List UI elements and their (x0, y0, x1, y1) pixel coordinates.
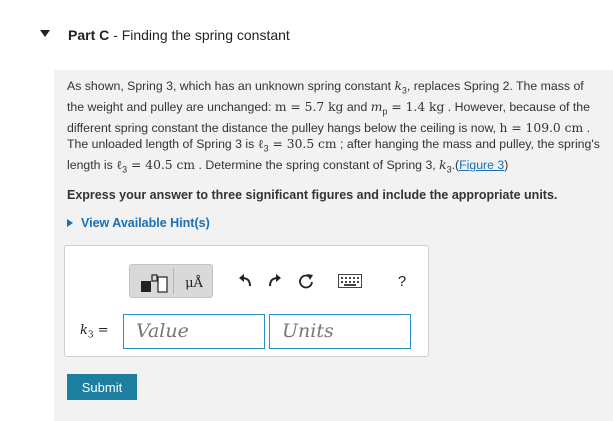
part-body: As shown, Spring 3, which has an unknown… (54, 70, 613, 421)
micro-angstrom-label: μÅ (185, 275, 203, 291)
problem-text: and (343, 99, 371, 114)
value-input[interactable]: Value (123, 314, 265, 349)
answer-variable-label: k3 = (80, 323, 109, 341)
units-input[interactable]: Units (269, 314, 411, 349)
var-k3: k (394, 79, 402, 93)
keyboard-icon[interactable] (335, 270, 365, 292)
part-label: Part C (68, 27, 110, 43)
problem-text: ) (504, 158, 509, 173)
units-placeholder: Units (282, 320, 334, 342)
help-icon[interactable]: ? (390, 270, 414, 292)
submit-button[interactable]: Submit (67, 374, 137, 400)
part-title-text: Finding the spring constant (121, 27, 290, 43)
loaded-length-value: = 40.5 cm (127, 158, 196, 173)
micro-angstrom-icon[interactable]: μÅ (179, 272, 209, 294)
problem-text: .( (451, 158, 460, 173)
var-k3: k (439, 158, 447, 173)
templates-icon[interactable] (137, 272, 171, 294)
part-title: Part C - Finding the spring constant (68, 27, 290, 43)
unloaded-length-value: = 30.5 cm (268, 137, 337, 152)
toolbar-divider (173, 268, 174, 294)
problem-text: . Determine the spring constant of Sprin… (195, 158, 440, 173)
redo-icon[interactable] (263, 270, 287, 292)
mass-value: m = 5.7 kg (274, 99, 344, 114)
answer-instruction: Express your answer to three significant… (67, 188, 558, 202)
reset-icon[interactable] (294, 270, 318, 292)
answer-box: μÅ ? k3 = Value Units (64, 245, 429, 357)
part-header[interactable]: Part C - Finding the spring constant (0, 0, 613, 70)
answer-var-symbol: k (80, 323, 88, 338)
value-placeholder: Value (136, 320, 189, 342)
hints-label: View Available Hint(s) (81, 216, 210, 230)
title-separator: - (109, 27, 122, 43)
collapse-caret-icon[interactable] (40, 30, 50, 37)
problem-text: As shown, Spring 3, which has an unknown… (67, 79, 395, 93)
view-hints-link[interactable]: View Available Hint(s) (67, 216, 210, 230)
undo-icon[interactable] (233, 270, 257, 292)
pulley-mass-value: = 1.4 kg (387, 99, 445, 114)
help-label: ? (397, 272, 407, 290)
h-value: h = 109.0 cm (499, 120, 584, 135)
expand-triangle-icon (67, 219, 73, 227)
answer-equals: = (93, 323, 109, 338)
figure-link[interactable]: Figure 3 (459, 158, 504, 172)
problem-statement: As shown, Spring 3, which has an unknown… (67, 78, 602, 178)
var-mp: m (370, 99, 383, 114)
